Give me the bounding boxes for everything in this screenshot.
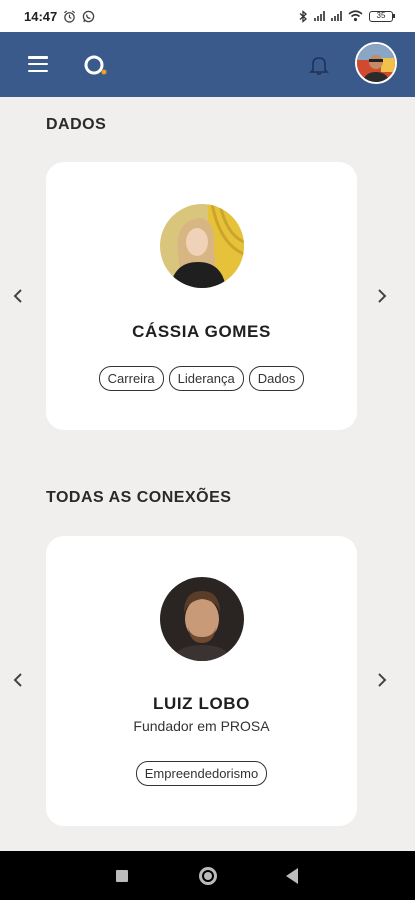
tag-list: Carreira Liderança Dados	[46, 366, 357, 391]
signal-icon	[331, 11, 342, 21]
wifi-icon	[348, 10, 363, 22]
app-header	[0, 32, 415, 97]
prev-arrow-icon[interactable]	[10, 286, 26, 306]
alarm-icon	[64, 9, 76, 23]
tag[interactable]: Dados	[248, 366, 305, 391]
user-avatar[interactable]	[355, 42, 397, 84]
tag-list: Empreendedorismo	[46, 761, 357, 786]
status-time: 14:47	[24, 8, 58, 24]
profile-avatar	[159, 577, 244, 661]
next-arrow-icon[interactable]	[374, 286, 390, 306]
menu-icon[interactable]	[28, 56, 48, 72]
section-title-dados: DADOS	[46, 116, 107, 133]
next-arrow-icon[interactable]	[374, 670, 390, 690]
profile-avatar	[159, 204, 244, 288]
bluetooth-icon	[299, 9, 307, 23]
profile-name: LUIZ LOBO	[153, 694, 250, 713]
logo-icon[interactable]	[84, 54, 108, 76]
system-nav-bar	[0, 851, 415, 900]
back-icon[interactable]	[286, 868, 298, 884]
status-right: 35	[299, 9, 395, 23]
prev-arrow-icon[interactable]	[10, 670, 26, 690]
tag[interactable]: Liderança	[168, 366, 244, 391]
section-title-todas-as-conexoes: TODAS AS CONEXÕES	[46, 489, 232, 506]
profile-card[interactable]: LUIZ LOBO Fundador em PROSA Empreendedor…	[46, 536, 357, 826]
whatsapp-icon	[82, 10, 95, 22]
profile-role: Fundador em PROSA	[133, 718, 270, 734]
home-icon[interactable]	[199, 867, 217, 885]
tag[interactable]: Empreendedorismo	[135, 761, 268, 786]
tag[interactable]: Carreira	[98, 366, 164, 391]
profile-name: CÁSSIA GOMES	[132, 322, 271, 341]
signal-icon	[314, 11, 325, 21]
bell-icon[interactable]	[309, 54, 329, 76]
battery-indicator: 35	[369, 10, 395, 22]
status-left: 14:47	[24, 9, 95, 24]
profile-card[interactable]: CÁSSIA GOMES Carreira Liderança Dados	[46, 162, 357, 430]
recents-icon[interactable]	[116, 870, 128, 882]
status-bar: 14:47 35	[0, 0, 415, 32]
